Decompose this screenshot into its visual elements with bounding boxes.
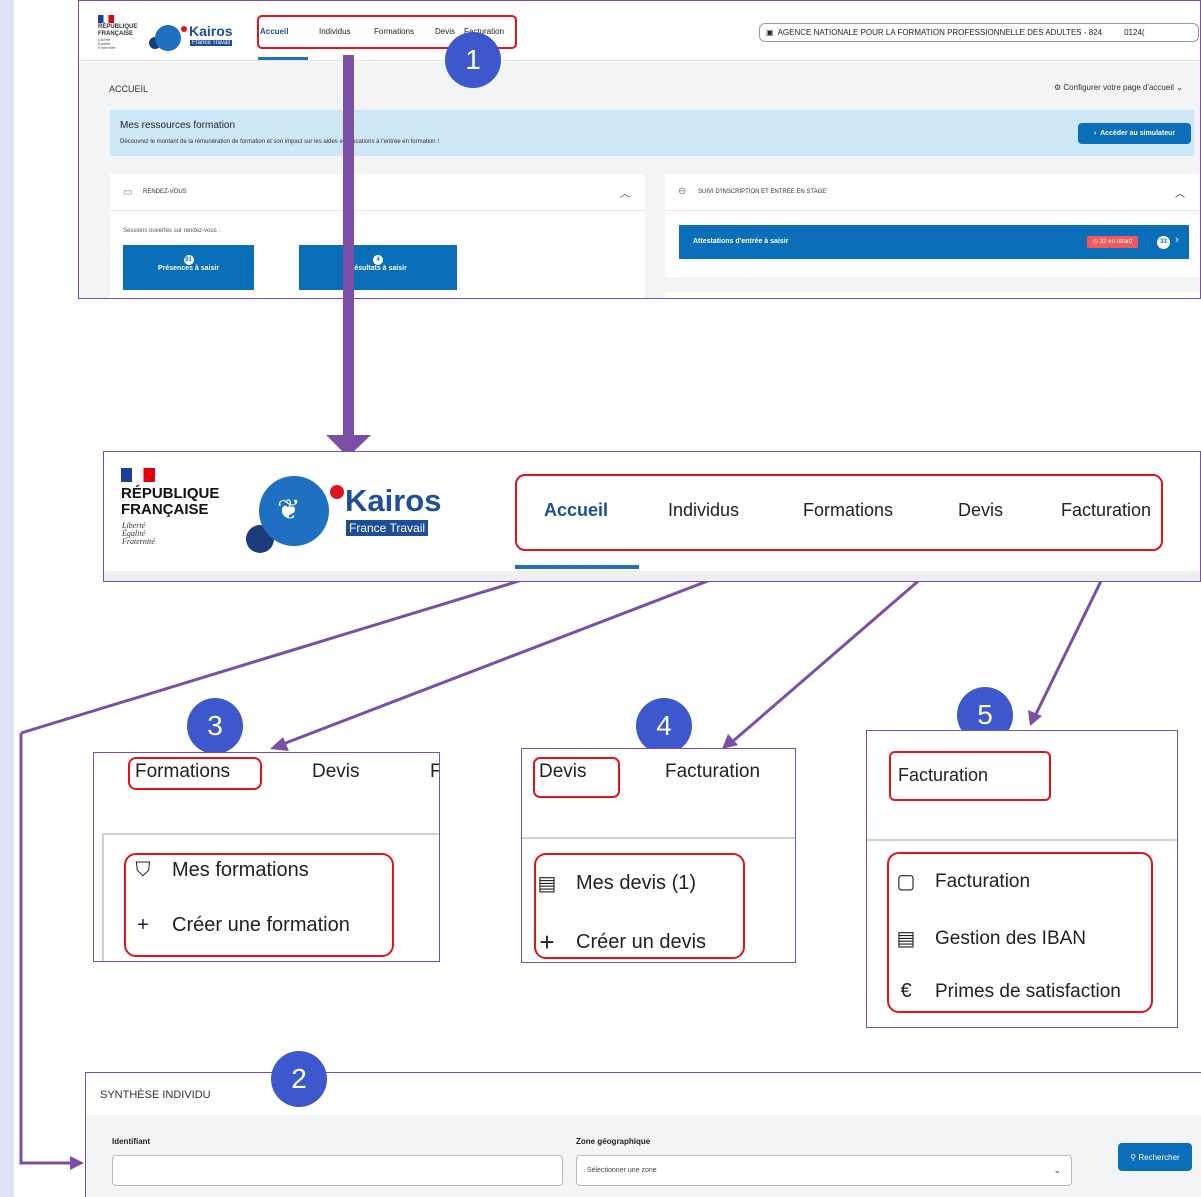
synthese-panel: SYNTHÈSE INDIVIDU Identifiant Zone géogr…	[85, 1072, 1201, 1197]
synthese-form-area: Identifiant Zone géographique Sélectionn…	[86, 1115, 1201, 1197]
republique-francaise-label: RÉPUBLIQUE FRANÇAISE	[121, 485, 220, 518]
devis-header-box	[533, 757, 620, 798]
step-badge-3: 3	[187, 698, 243, 754]
nav-highlight-box	[515, 474, 1163, 551]
step-badge-4: 4	[636, 698, 692, 754]
arrow-shaft-main	[343, 55, 354, 437]
formations-dropdown-panel: Formations Devis F ⛉Mes formations +Crée…	[93, 752, 440, 962]
arrow-head-devis	[722, 734, 738, 749]
devis-header-tab[interactable]: Devis	[312, 761, 360, 783]
chevron-down-icon: ⌄	[1053, 1165, 1061, 1175]
step-badge-2: 2	[271, 1051, 327, 1107]
devis-dropdown-panel: Devis Facturation ▤ Mes devis (1) + Créer …	[521, 748, 796, 963]
facturation-header-tab[interactable]: Facturation	[665, 761, 760, 783]
devis-divider	[522, 837, 795, 839]
kairos-logo-red-dot	[330, 485, 344, 499]
facturation-header-box	[889, 751, 1051, 801]
search-button[interactable]: ⚲ Rechercher	[1118, 1143, 1192, 1171]
lotus-icon: ❦	[277, 494, 301, 525]
formations-dropdown-border	[102, 834, 104, 961]
facturation-header-tab-clipped[interactable]: F	[430, 761, 439, 783]
nav-bottom-shade	[104, 571, 1200, 581]
formations-divider	[102, 833, 439, 835]
identifiant-label: Identifiant	[112, 1137, 151, 1146]
zone-select-placeholder: Sélectionner une zone	[587, 1167, 657, 1174]
arrow-individus-path	[19, 733, 72, 1165]
motto-label: Liberté Égalité Fraternité	[122, 521, 155, 546]
formations-header-box	[128, 757, 262, 790]
zone-label: Zone géographique	[576, 1137, 651, 1146]
devis-items-box	[534, 853, 745, 959]
identifiant-input[interactable]	[112, 1155, 563, 1186]
marianne-flag-icon	[121, 468, 155, 482]
nav-zoom-panel: RÉPUBLIQUE FRANÇAISE Liberté Égalité Frater…	[103, 451, 1201, 582]
france-travail-tag: France Travail	[346, 520, 429, 536]
formations-items-box	[124, 853, 394, 957]
kairos-title: Kairos	[345, 483, 442, 518]
kairos-logo-icon: ❦	[259, 476, 329, 546]
synthese-title: SYNTHÈSE INDIVIDU	[100, 1089, 211, 1101]
search-icon: ⚲	[1130, 1152, 1139, 1162]
facturation-dropdown-panel: Facturation ▢ Facturation ▤ Gestion des IB…	[866, 730, 1178, 1028]
arrow-head-facturation	[1028, 710, 1042, 726]
arrow-head-individus	[70, 1156, 84, 1170]
zone-select[interactable]: Sélectionner une zone ⌄	[576, 1155, 1072, 1186]
nav-active-underline	[515, 565, 639, 569]
facturation-items-box	[887, 852, 1153, 1013]
facturation-divider	[867, 839, 1177, 841]
